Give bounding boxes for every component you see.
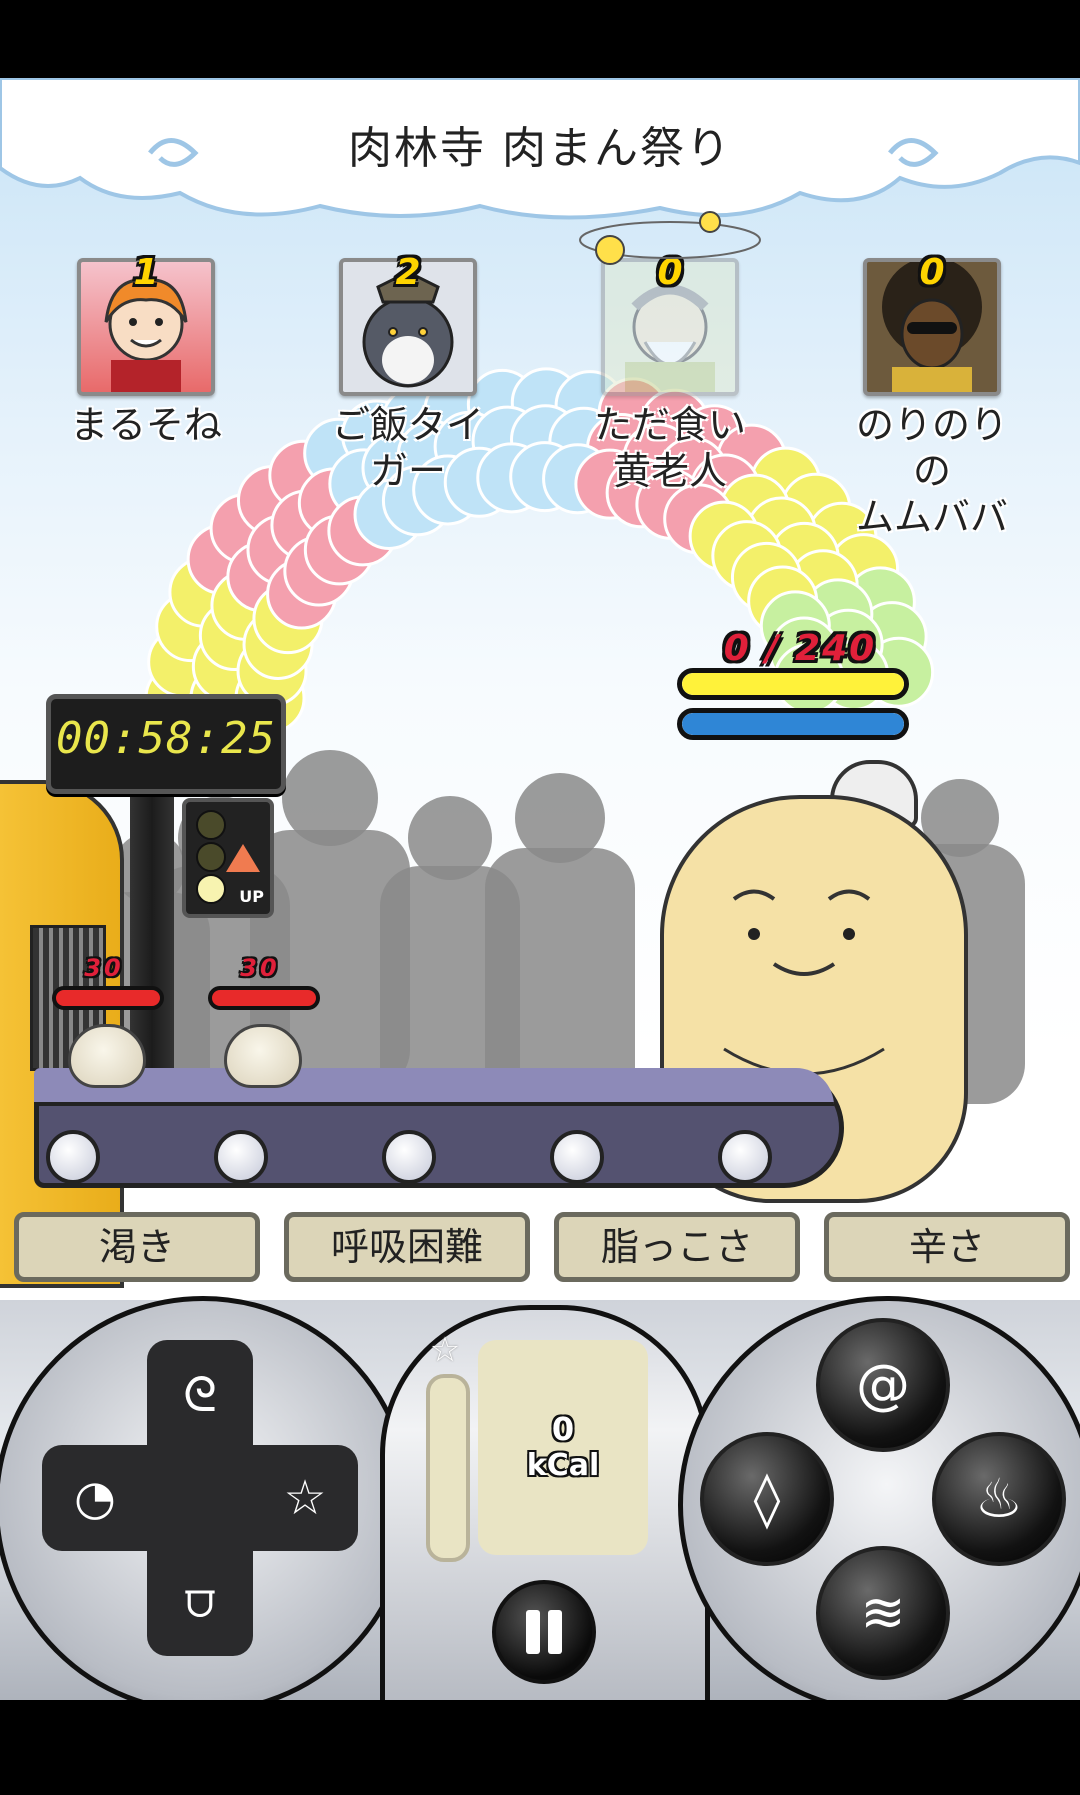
- status-thirst-button[interactable]: 渇き: [14, 1212, 260, 1282]
- competitor-3: 0 ただ食い 黄老人: [580, 252, 760, 494]
- competitor-rank: 1: [133, 252, 159, 293]
- signal-light-bottom: [196, 874, 226, 904]
- status-spicy-button[interactable]: 辛さ: [824, 1212, 1070, 1282]
- up-arrow-icon: [226, 844, 260, 872]
- pause-button[interactable]: [492, 1580, 596, 1684]
- drop-icon[interactable]: ◊: [700, 1432, 834, 1566]
- fullness-bar: [677, 668, 909, 700]
- signal-up-label: UP: [239, 887, 264, 906]
- competitor-1: 1 まるそね: [56, 252, 236, 448]
- special-meter: [426, 1374, 470, 1562]
- star-icon[interactable]: ☆: [270, 1463, 340, 1533]
- navigation-bar-area: [0, 1700, 1080, 1795]
- kcal-display: 0 kCal: [478, 1340, 648, 1555]
- meat-bun[interactable]: [68, 1024, 146, 1088]
- signal-light-top: [196, 810, 226, 840]
- mouthguard-icon[interactable]: ⩌: [165, 1566, 235, 1636]
- kcal-value: 0: [551, 1410, 575, 1448]
- swirl-icon[interactable]: ᘓ: [165, 1360, 235, 1430]
- competitor-2: 2 ご飯タイガー: [318, 252, 498, 494]
- status-greasy-button[interactable]: 脂っこさ: [554, 1212, 800, 1282]
- bun-hp-bar: [52, 986, 164, 1010]
- timer-display: 00:58:25: [46, 694, 286, 794]
- competitor-rank: 2: [395, 252, 421, 293]
- competitor-rank: 0: [919, 252, 945, 293]
- status-bar-area: [0, 0, 1080, 78]
- game-screen: 肉林寺 肉まん祭り 1 まるそね 2 ご飯タイガー 0 ただ食い 黄老人 0 の…: [0, 0, 1080, 1795]
- competitor-name: まるそね: [69, 403, 222, 447]
- bun-hp-value: 30: [84, 954, 124, 982]
- stamina-bar-fill: [682, 713, 904, 735]
- fullness-bar-fill: [682, 673, 904, 695]
- competitor-4: 0 のりのりの ムムババ: [842, 252, 1022, 540]
- competitor-name: のりのりの: [855, 403, 1008, 493]
- stamina-bar: [677, 708, 909, 740]
- timer-value: 00:58:25: [56, 713, 276, 764]
- signal-light-middle: [196, 842, 226, 872]
- meat-bun[interactable]: [224, 1024, 302, 1088]
- competitor-name-line2: ムムババ: [855, 495, 1008, 539]
- conveyor-roller: [382, 1130, 436, 1184]
- fullness-score: 0 / 240: [723, 628, 877, 669]
- conveyor-roller: [214, 1130, 268, 1184]
- chick-ring-icon: [579, 211, 761, 265]
- competitor-name: ただ食い: [593, 403, 746, 447]
- speed-signal: UP: [182, 798, 274, 918]
- conveyor-belt-surface: [34, 1068, 834, 1106]
- conveyor-roller: [46, 1130, 100, 1184]
- stage-title: 肉林寺 肉まん祭り: [348, 123, 732, 174]
- pacman-icon[interactable]: ◔: [60, 1463, 130, 1533]
- bun-hp-value: 30: [240, 954, 280, 982]
- kcal-unit: kCal: [526, 1448, 600, 1483]
- status-breath-button[interactable]: 呼吸困難: [284, 1212, 530, 1282]
- competitor-name: ご飯タイガー: [331, 403, 484, 493]
- bun-hp-bar: [208, 986, 320, 1010]
- pause-icon: [548, 1610, 562, 1654]
- flame-icon[interactable]: ♨: [932, 1432, 1066, 1566]
- conveyor-roller: [550, 1130, 604, 1184]
- zigzag-icon[interactable]: ≋: [816, 1546, 950, 1680]
- conveyor-roller: [718, 1130, 772, 1184]
- competitor-name-line2: 黄老人: [612, 449, 727, 493]
- pause-icon: [526, 1610, 540, 1654]
- spiral-icon[interactable]: @: [816, 1318, 950, 1452]
- meter-star-icon: ☆: [429, 1330, 461, 1370]
